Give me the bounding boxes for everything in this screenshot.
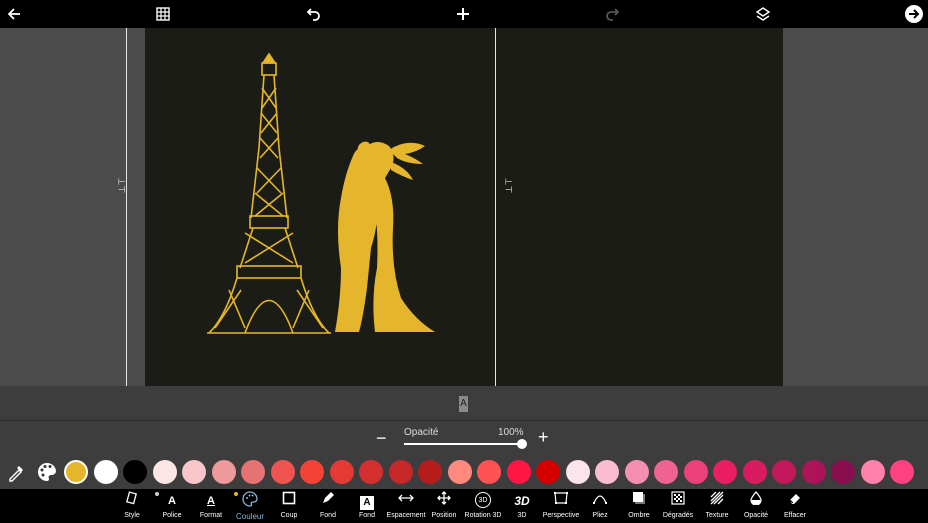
- color-swatch[interactable]: [93, 460, 118, 484]
- move-icon: [437, 491, 451, 505]
- color-swatch[interactable]: [595, 460, 619, 484]
- color-swatch[interactable]: [270, 460, 295, 484]
- eraser-icon: [789, 494, 800, 504]
- color-swatch[interactable]: [418, 460, 442, 484]
- color-swatch[interactable]: [860, 460, 885, 484]
- stroke-square-icon: [282, 491, 296, 505]
- color-swatch[interactable]: [152, 460, 177, 484]
- workspace: ⊥⊤ ⊥⊤: [0, 28, 928, 386]
- opacity-value: 100%: [498, 427, 524, 438]
- left-guide-handle-icon[interactable]: ⊥⊤: [115, 178, 126, 194]
- eyedropper-icon[interactable]: [5, 460, 29, 484]
- style-icon: [126, 491, 137, 505]
- gradient-icon: [671, 491, 685, 505]
- grid-icon[interactable]: [151, 2, 175, 26]
- undo-icon[interactable]: [301, 2, 325, 26]
- left-guide-line[interactable]: [126, 28, 127, 386]
- opacity-slider-knob[interactable]: [517, 439, 527, 449]
- center-guide-line[interactable]: [495, 28, 496, 386]
- color-swatch[interactable]: [182, 460, 206, 484]
- color-swatch[interactable]: [801, 460, 826, 484]
- color-swatch[interactable]: [506, 460, 531, 484]
- color-swatch[interactable]: [890, 460, 914, 484]
- color-swatch[interactable]: [447, 460, 472, 484]
- text-layer-chip[interactable]: A: [459, 396, 468, 412]
- color-swatch[interactable]: [654, 460, 678, 484]
- color-swatch[interactable]: [388, 460, 413, 484]
- color-swatch[interactable]: [123, 460, 147, 484]
- text-layer-strip: A: [0, 386, 928, 421]
- opacity-decrease-button[interactable]: −: [376, 428, 387, 449]
- color-swatch[interactable]: [300, 460, 324, 484]
- color-palette: [0, 455, 928, 489]
- layers-icon[interactable]: [751, 2, 775, 26]
- opacity-increase-button[interactable]: +: [538, 427, 549, 448]
- color-swatch[interactable]: [565, 460, 590, 484]
- drop-icon: [750, 490, 762, 506]
- next-icon[interactable]: [902, 2, 926, 26]
- perspective-icon: [554, 492, 568, 504]
- color-swatch[interactable]: [211, 460, 236, 484]
- tool-effacer[interactable]: Effacer: [772, 489, 818, 523]
- opacity-control: − Opacité 100% +: [0, 421, 928, 455]
- color-swatch[interactable]: [713, 460, 737, 484]
- shadow-icon: [633, 492, 645, 504]
- color-swatch[interactable]: [742, 460, 767, 484]
- boxed-a-icon: A: [360, 496, 374, 510]
- color-swatch[interactable]: [359, 460, 383, 484]
- color-swatch[interactable]: [624, 460, 649, 484]
- tool-label: Effacer: [783, 512, 807, 519]
- color-swatch[interactable]: [241, 460, 265, 484]
- artwork-eiffel-couple[interactable]: [145, 28, 783, 386]
- spacing-icon: [398, 494, 414, 502]
- opacity-label: Opacité: [404, 427, 439, 438]
- palette-icon[interactable]: [35, 460, 59, 484]
- pen-icon: [323, 492, 334, 503]
- color-swatch-selected[interactable]: [64, 460, 88, 484]
- rotation-3d-icon: 3D: [475, 492, 491, 508]
- color-swatch[interactable]: [683, 460, 708, 484]
- bottom-toolbar: Style A Police A Format Couleur Coup Fon…: [0, 489, 928, 523]
- top-toolbar: [0, 0, 928, 28]
- palette-small-icon: [242, 491, 258, 507]
- color-swatch[interactable]: [477, 460, 501, 484]
- center-guide-handle-icon[interactable]: ⊥⊤: [502, 178, 513, 194]
- redo-icon[interactable]: [601, 2, 625, 26]
- add-icon[interactable]: [451, 2, 475, 26]
- back-arrow-icon[interactable]: [2, 2, 26, 26]
- color-swatch[interactable]: [831, 460, 855, 484]
- color-swatch[interactable]: [536, 460, 560, 484]
- color-swatch[interactable]: [772, 460, 796, 484]
- design-canvas[interactable]: [145, 28, 783, 386]
- texture-icon: [710, 491, 724, 505]
- color-swatch[interactable]: [329, 460, 354, 484]
- curve-icon: [593, 495, 607, 504]
- opacity-slider-track[interactable]: [404, 443, 522, 445]
